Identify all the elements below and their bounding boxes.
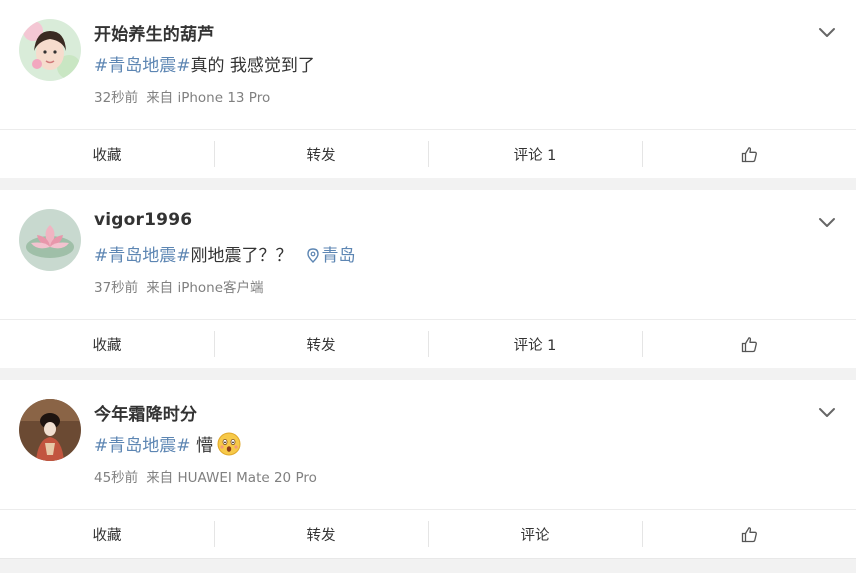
post-meta: 32秒前 来自 iPhone 13 Pro [94, 86, 270, 106]
post-text: #青岛地震#真的 我感觉到了 [94, 51, 315, 76]
chevron-down-icon[interactable] [818, 404, 836, 418]
post-text: #青岛地震# 懵 [94, 431, 241, 461]
feed-bottom-edge [0, 558, 856, 559]
post-card: 今年霜降时分 #青岛地震# 懵 45秒前 来自 HUAWEI Mate 20 Pr… [0, 380, 856, 558]
comment-button[interactable]: 评论 [428, 510, 642, 558]
post-body: vigor1996 #青岛地震#刚地震了？？ 青岛 37秒前 来自 iPhone客户… [0, 190, 856, 319]
comment-button[interactable]: 评论 1 [428, 320, 642, 368]
post-time[interactable]: 37秒前 [94, 280, 138, 296]
action-bar: 收藏 转发 评论 1 [0, 129, 856, 178]
repost-button[interactable]: 转发 [214, 130, 428, 178]
username[interactable]: 今年霜降时分 [94, 400, 197, 425]
post-card: vigor1996 #青岛地震#刚地震了？？ 青岛 37秒前 来自 iPhone客户… [0, 190, 856, 368]
avatar[interactable] [19, 209, 81, 271]
chevron-down-icon[interactable] [818, 214, 836, 228]
post-meta: 37秒前 来自 iPhone客户端 [94, 276, 264, 296]
repost-button[interactable]: 转发 [214, 320, 428, 368]
post-message: 懵 [190, 436, 213, 456]
favorite-button[interactable]: 收藏 [0, 510, 214, 558]
favorite-button[interactable]: 收藏 [0, 320, 214, 368]
feed-gap [0, 178, 856, 190]
location-pin-icon [306, 248, 319, 263]
post-time[interactable]: 32秒前 [94, 90, 138, 106]
location-label: 青岛 [321, 246, 356, 266]
username[interactable]: vigor1996 [94, 210, 192, 230]
username[interactable]: 开始养生的葫芦 [94, 20, 214, 45]
thumbs-up-icon [741, 336, 757, 352]
favorite-button[interactable]: 收藏 [0, 130, 214, 178]
comment-button[interactable]: 评论 1 [428, 130, 642, 178]
shocked-emoji-icon [217, 432, 241, 461]
post-body: 开始养生的葫芦 #青岛地震#真的 我感觉到了 32秒前 来自 iPhone 13 … [0, 0, 856, 129]
feed-gap [0, 368, 856, 380]
thumbs-up-icon [741, 146, 757, 162]
post-message: 真的 我感觉到了 [190, 56, 315, 76]
chevron-down-icon[interactable] [818, 24, 836, 38]
repost-button[interactable]: 转发 [214, 510, 428, 558]
post-time[interactable]: 45秒前 [94, 470, 138, 486]
weibo-feed: 开始养生的葫芦 #青岛地震#真的 我感觉到了 32秒前 来自 iPhone 13 … [0, 0, 856, 559]
like-button[interactable] [642, 130, 856, 178]
avatar[interactable] [19, 19, 81, 81]
post-meta: 45秒前 来自 HUAWEI Mate 20 Pro [94, 466, 317, 486]
action-bar: 收藏 转发 评论 1 [0, 319, 856, 368]
post-source: 来自 HUAWEI Mate 20 Pro [146, 470, 317, 486]
topic-link[interactable]: #青岛地震# [94, 56, 191, 76]
like-button[interactable] [642, 320, 856, 368]
thumbs-up-icon [741, 526, 757, 542]
location-link[interactable]: 青岛 [306, 246, 356, 266]
topic-link[interactable]: #青岛地震# [94, 436, 191, 456]
like-button[interactable] [642, 510, 856, 558]
post-body: 今年霜降时分 #青岛地震# 懵 45秒前 来自 HUAWEI Mate 20 Pr… [0, 380, 856, 509]
post-text: #青岛地震#刚地震了？？ 青岛 [94, 241, 356, 266]
post-source: 来自 iPhone 13 Pro [146, 90, 271, 106]
action-bar: 收藏 转发 评论 [0, 509, 856, 558]
avatar[interactable] [19, 399, 81, 461]
topic-link[interactable]: #青岛地震# [94, 246, 191, 266]
post-source: 来自 iPhone客户端 [146, 280, 264, 296]
post-message: 刚地震了？？ [190, 246, 293, 266]
post-card: 开始养生的葫芦 #青岛地震#真的 我感觉到了 32秒前 来自 iPhone 13 … [0, 0, 856, 178]
